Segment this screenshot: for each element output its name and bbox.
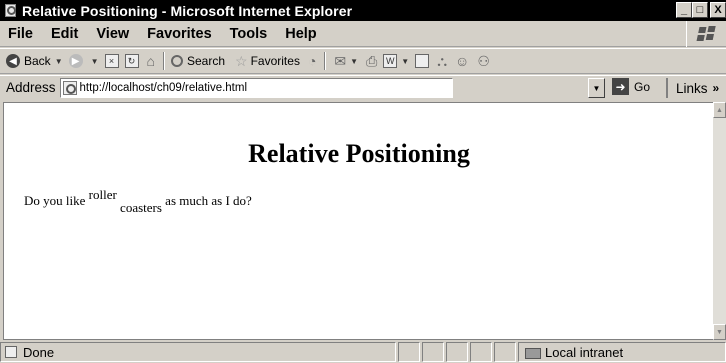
address-url[interactable]: http://localhost/ch09/relative.html bbox=[80, 82, 247, 94]
status-panel bbox=[446, 342, 468, 362]
browser-window: Relative Positioning - Microsoft Interne… bbox=[0, 0, 726, 363]
search-button[interactable]: Search bbox=[171, 54, 225, 68]
discuss-button[interactable] bbox=[415, 54, 430, 68]
toolbar-separator bbox=[163, 52, 165, 70]
status-text-panel: Done bbox=[0, 342, 396, 362]
print-button[interactable]: ⎙ bbox=[364, 53, 377, 70]
back-arrow-icon: ◀ bbox=[6, 54, 20, 68]
favorites-star-icon: ☆ bbox=[235, 52, 248, 69]
menu-tools[interactable]: Tools bbox=[221, 26, 277, 42]
security-zone-panel[interactable]: Local intranet bbox=[518, 342, 726, 362]
close-button[interactable]: X bbox=[710, 2, 726, 18]
favorites-label: Favorites bbox=[250, 54, 300, 68]
discuss-icon bbox=[415, 54, 430, 68]
refresh-button[interactable]: ↻ bbox=[124, 54, 139, 68]
status-panel bbox=[470, 342, 492, 362]
address-dropdown-icon[interactable]: ▼ bbox=[588, 78, 605, 98]
links-label: Links bbox=[676, 80, 708, 96]
home-button[interactable]: ⌂ bbox=[145, 53, 155, 69]
refresh-icon: ↻ bbox=[124, 54, 139, 68]
forward-button[interactable]: ▶ ▼ bbox=[68, 54, 99, 68]
home-icon: ⌂ bbox=[146, 53, 155, 69]
vertical-scrollbar[interactable]: ▲ ▼ bbox=[713, 102, 726, 340]
edit-word-button[interactable]: W ▼ bbox=[383, 54, 409, 68]
buddies-button[interactable]: ⚇ bbox=[475, 53, 490, 70]
history-icon: ◔ bbox=[307, 53, 317, 69]
menu-bar: File Edit View Favorites Tools Help bbox=[0, 21, 726, 47]
menu-view[interactable]: View bbox=[87, 26, 138, 42]
scroll-down-icon[interactable]: ▼ bbox=[713, 324, 726, 340]
window-title: Relative Positioning - Microsoft Interne… bbox=[22, 2, 353, 19]
lowered-text: coasters bbox=[120, 200, 162, 215]
standard-toolbar: ◀ Back ▼ ▶ ▼ × ↻ ⌂ Search ☆ Favorites ◔ bbox=[0, 48, 726, 74]
page-content: Relative Positioning Do you like roller … bbox=[3, 102, 713, 340]
toolbar-separator bbox=[324, 52, 327, 70]
back-button[interactable]: ◀ Back ▼ bbox=[6, 54, 63, 68]
address-bar: Address http://localhost/ch09/relative.h… bbox=[0, 75, 726, 99]
status-panel bbox=[422, 342, 444, 362]
menu-edit[interactable]: Edit bbox=[42, 26, 87, 42]
search-label: Search bbox=[187, 54, 226, 68]
favorites-button[interactable]: ☆ Favorites bbox=[235, 53, 300, 70]
local-intranet-icon bbox=[525, 345, 541, 359]
menu-help[interactable]: Help bbox=[276, 26, 325, 42]
print-icon: ⎙ bbox=[366, 52, 378, 69]
zone-text: Local intranet bbox=[545, 344, 624, 360]
text-before: Do you like bbox=[24, 193, 86, 208]
menu-favorites[interactable]: Favorites bbox=[138, 26, 220, 42]
windows-logo-icon bbox=[686, 21, 726, 47]
status-text: Done bbox=[23, 344, 55, 360]
buddies-icon: ⚇ bbox=[477, 52, 490, 69]
maximize-button[interactable]: □ bbox=[692, 2, 708, 18]
mail-dropdown-icon[interactable]: ▼ bbox=[350, 57, 358, 66]
go-arrow-icon: ➜ bbox=[612, 78, 629, 95]
edit-dropdown-icon[interactable]: ▼ bbox=[401, 57, 409, 66]
stop-button[interactable]: × bbox=[104, 54, 119, 68]
links-toolbar[interactable]: Links » bbox=[666, 78, 719, 98]
status-panel bbox=[398, 342, 420, 362]
mail-button[interactable]: ✉ ▼ bbox=[332, 53, 358, 70]
title-bar[interactable]: Relative Positioning - Microsoft Interne… bbox=[0, 0, 726, 21]
text-after: as much as I do? bbox=[165, 193, 252, 208]
go-button[interactable]: ➜ Go bbox=[612, 78, 650, 95]
back-dropdown-icon[interactable]: ▼ bbox=[55, 57, 63, 66]
search-icon bbox=[171, 55, 183, 67]
back-label: Back bbox=[24, 54, 51, 68]
messenger-icon: ☺ bbox=[455, 53, 470, 69]
menu-file[interactable]: File bbox=[0, 26, 42, 42]
research-button[interactable]: ⛬ bbox=[435, 53, 447, 70]
page-heading: Relative Positioning bbox=[248, 139, 470, 168]
ie-app-icon[interactable] bbox=[4, 3, 18, 18]
scroll-up-icon[interactable]: ▲ bbox=[713, 102, 726, 118]
word-icon: W bbox=[383, 54, 398, 68]
address-label: Address bbox=[6, 80, 56, 95]
mail-icon: ✉ bbox=[334, 52, 347, 69]
forward-arrow-icon: ▶ bbox=[68, 54, 83, 68]
status-panel bbox=[494, 342, 516, 362]
address-input[interactable]: http://localhost/ch09/relative.html bbox=[59, 77, 453, 98]
history-button[interactable]: ◔ bbox=[306, 53, 316, 69]
page-paragraph: Do you like roller coasters as much as I… bbox=[24, 187, 252, 215]
chevron-right-icon[interactable]: » bbox=[713, 81, 720, 95]
page-done-icon bbox=[5, 346, 17, 358]
stop-icon: × bbox=[104, 54, 119, 68]
go-label: Go bbox=[634, 79, 651, 94]
messenger-button[interactable]: ☺ bbox=[453, 53, 469, 69]
status-bar: Done Local intranet bbox=[0, 341, 726, 363]
minimize-button[interactable]: _ bbox=[676, 2, 692, 18]
raised-text: roller bbox=[88, 187, 117, 202]
forward-dropdown-icon[interactable]: ▼ bbox=[91, 57, 99, 66]
page-icon bbox=[62, 80, 77, 95]
research-icon: ⛬ bbox=[437, 52, 448, 69]
